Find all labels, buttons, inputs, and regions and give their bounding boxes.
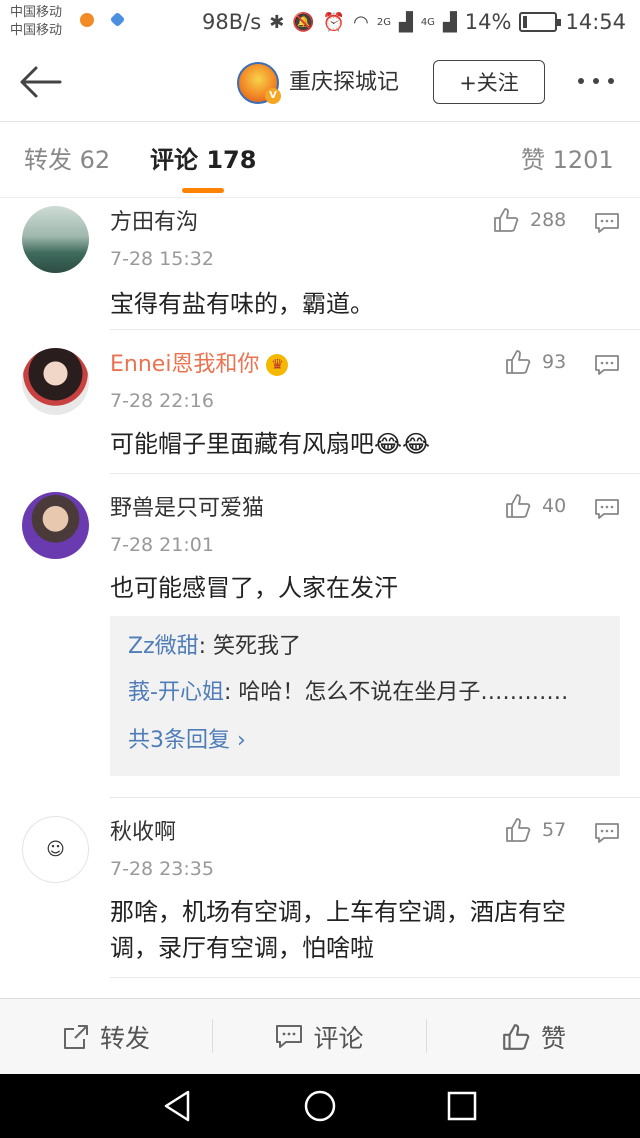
network-speed: 98B/s xyxy=(202,10,262,34)
comment-icon xyxy=(276,1025,303,1048)
system-nav-bar xyxy=(0,1074,640,1138)
more-dot xyxy=(593,78,599,84)
signal-2-label: 4G xyxy=(420,16,435,28)
comment-time: 7-28 23:35 xyxy=(110,858,214,880)
tab-reposts[interactable]: 转发 62 xyxy=(24,144,110,176)
verified-badge-icon: V xyxy=(265,88,281,104)
sub-reply-text: : 哈哈！怎么不说在坐月子………… xyxy=(223,680,569,705)
nav-back-icon[interactable] xyxy=(160,1088,196,1124)
comment-list[interactable]: 方田有沟 7-28 15:32 宝得有盐有味的，霸道。 288 Ennei恩我和… xyxy=(0,198,640,998)
user-avatar[interactable] xyxy=(22,206,89,273)
comment-text: 那啥，机场有空调，上车有空调，酒店有空调，录厅有空调，怕啥啦 xyxy=(110,898,566,962)
comment-label: 评论 xyxy=(313,1024,364,1053)
signal-bars-icon: ▟ xyxy=(398,11,413,33)
comment-button[interactable]: 评论 xyxy=(213,999,426,1075)
wifi-icon: ◠ xyxy=(353,11,369,33)
thumbs-up-icon xyxy=(494,208,519,232)
user-avatar[interactable]: ☺ xyxy=(22,816,89,883)
mute-icon: 🔕 xyxy=(292,11,315,33)
like-button[interactable]: 57 xyxy=(504,816,566,844)
status-bar: 中国移动 中国移动 98B/s ✱ 🔕 ⏰ ◠ 2G ▟ 4G ▟ 14% 14… xyxy=(0,0,640,44)
like-label: 赞 xyxy=(540,1024,566,1053)
sub-reply-author[interactable]: 莪-开心姐 xyxy=(128,680,224,705)
comment-author[interactable]: 野兽是只可爱猫 xyxy=(110,494,264,524)
more-dot xyxy=(608,78,614,84)
comment-item: 野兽是只可爱猫 7-28 21:01 也可能感冒了，人家在发汗 40 Zz微甜:… xyxy=(0,474,640,798)
more-menu-icon[interactable] xyxy=(578,78,614,84)
bottom-action-bar: 转发 评论 赞 xyxy=(0,998,640,1074)
view-all-replies-link[interactable]: 共3条回复 › xyxy=(128,726,246,756)
comment-author-name: Ennei恩我和你 xyxy=(110,352,260,377)
sub-reply: Zz微甜: 笑死我了 xyxy=(128,632,301,662)
app-notification-icon xyxy=(80,13,94,27)
like-count: 288 xyxy=(530,209,567,231)
nav-recents-icon[interactable] xyxy=(444,1088,480,1124)
divider xyxy=(110,977,640,978)
repost-icon xyxy=(63,1025,88,1049)
reply-icon[interactable] xyxy=(594,354,620,376)
comment-author[interactable]: Ennei恩我和你 ♛ xyxy=(110,350,289,380)
battery-percent: 14% xyxy=(464,10,512,34)
account-name[interactable]: 重庆探城记 xyxy=(289,68,399,98)
nav-home-icon[interactable] xyxy=(302,1088,338,1124)
comment-item: 方田有沟 7-28 15:32 宝得有盐有味的，霸道。 288 xyxy=(0,198,640,330)
bluetooth-icon: ✱ xyxy=(269,11,285,33)
sub-reply: 莪-开心姐: 哈哈！怎么不说在坐月子………… xyxy=(128,678,568,708)
clock: 14:54 xyxy=(565,10,626,34)
comment-text: 也可能感冒了，人家在发汗 xyxy=(110,574,398,602)
like-count: 57 xyxy=(542,819,567,841)
tab-likes[interactable]: 赞 1201 xyxy=(521,144,614,176)
like-count: 93 xyxy=(542,351,567,373)
carrier-2: 中国移动 xyxy=(10,23,63,38)
carrier-info: 中国移动 中国移动 xyxy=(10,4,62,40)
thumbs-up-icon xyxy=(506,350,531,374)
like-button[interactable]: 40 xyxy=(504,492,566,520)
signal-1-label: 2G xyxy=(376,16,391,28)
thumbs-up-icon xyxy=(506,818,531,842)
sub-replies-box[interactable]: Zz微甜: 笑死我了 莪-开心姐: 哈哈！怎么不说在坐月子………… 共3条回复 … xyxy=(110,616,620,776)
like-button[interactable]: 93 xyxy=(504,348,566,376)
vip-crown-icon: ♛ xyxy=(266,354,289,376)
alarm-icon: ⏰ xyxy=(322,11,346,33)
more-dot xyxy=(578,78,584,84)
user-avatar[interactable] xyxy=(22,492,89,559)
sub-reply-text: : 笑死我了 xyxy=(198,634,302,659)
account-avatar[interactable]: V xyxy=(237,62,281,104)
reply-icon[interactable] xyxy=(594,498,620,520)
follow-button[interactable]: +关注 xyxy=(433,60,545,104)
comment-time: 7-28 15:32 xyxy=(110,248,214,270)
tab-comments[interactable]: 评论 178 xyxy=(150,144,256,176)
reply-icon[interactable] xyxy=(594,822,620,844)
carrier-1: 中国移动 xyxy=(10,5,63,20)
back-arrow-icon[interactable] xyxy=(16,64,64,100)
repost-button[interactable]: 转发 xyxy=(0,999,212,1075)
signal-bars-icon-2: ▟ xyxy=(442,11,457,33)
thumbs-up-icon xyxy=(503,1024,530,1050)
comment-text: 宝得有盐有味的，霸道。 xyxy=(110,290,374,318)
comment-time: 7-28 22:16 xyxy=(110,390,214,412)
user-avatar[interactable] xyxy=(22,348,89,415)
reply-icon[interactable] xyxy=(594,212,620,234)
status-icons: 98B/s ✱ 🔕 ⏰ ◠ 2G ▟ 4G ▟ 14% 14:54 xyxy=(202,8,626,36)
active-tab-indicator xyxy=(182,188,224,193)
shield-icon xyxy=(109,11,126,28)
tab-bar: 转发 62 评论 178 赞 1201 xyxy=(0,122,640,198)
like-count: 40 xyxy=(542,495,567,517)
thumbs-up-icon xyxy=(506,494,531,518)
comment-item: Ennei恩我和你 ♛ 7-28 22:16 可能帽子里面藏有风扇吧😂😂 93 xyxy=(0,330,640,474)
repost-label: 转发 xyxy=(99,1024,150,1053)
comment-text: 可能帽子里面藏有风扇吧😂😂 xyxy=(110,430,431,458)
comment-item: ☺ 秋收啊 7-28 23:35 那啥，机场有空调，上车有空调，酒店有空调，录厅… xyxy=(0,798,640,978)
comment-author[interactable]: 秋收啊 xyxy=(110,818,176,848)
sub-reply-author[interactable]: Zz微甜 xyxy=(128,634,199,659)
comment-time: 7-28 21:01 xyxy=(110,534,214,556)
battery-fill xyxy=(523,16,528,28)
title-bar: V 重庆探城记 +关注 xyxy=(0,44,640,122)
like-post-button[interactable]: 赞 xyxy=(427,999,640,1075)
comment-author[interactable]: 方田有沟 xyxy=(110,208,198,238)
like-button[interactable]: 288 xyxy=(492,206,566,234)
battery-icon xyxy=(519,12,562,32)
